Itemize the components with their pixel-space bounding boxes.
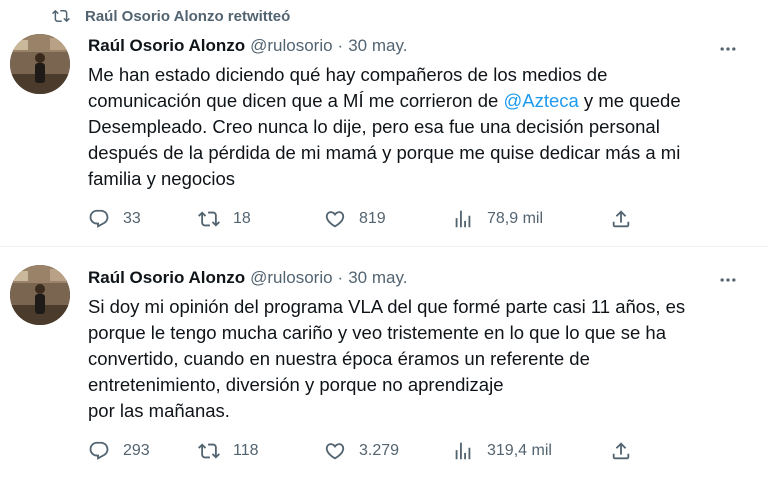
retweet-banner: Raúl Osorio Alonzo retwitteó: [52, 7, 290, 25]
tweet-line: entretenimiento, diversión y porque no a…: [88, 374, 504, 395]
like-count: 3.279: [359, 442, 400, 459]
like-button[interactable]: 3.279: [324, 438, 399, 464]
views-button[interactable]: 319,4 mil: [452, 438, 552, 464]
more-dots-icon: [720, 278, 736, 282]
views-bar-chart-icon: [455, 210, 471, 228]
tweet-line: después de la pérdida de mi mamá y porqu…: [88, 142, 681, 163]
tweet-date[interactable]: 30 may.: [348, 36, 407, 56]
separator-dot: ·: [337, 36, 344, 55]
mention-link[interactable]: @Azteca: [503, 90, 578, 111]
avatar[interactable]: [10, 34, 70, 94]
author-name[interactable]: Raúl Osorio Alonzo: [88, 268, 245, 288]
views-bar-chart-icon: [455, 442, 471, 460]
tweet-text: Si doy mi opinión del programa VLA del q…: [88, 294, 728, 424]
separator-dot: ·: [337, 268, 344, 287]
retweet-count: 118: [233, 442, 259, 459]
avatar-photo: [10, 34, 70, 94]
retweet-icon: [52, 9, 70, 23]
share-button[interactable]: [610, 206, 645, 232]
tweet-line: familia y negocios: [88, 168, 236, 189]
tweet-line: comunicación que dicen que a MÍ me corri…: [88, 90, 681, 111]
heart-icon: [325, 211, 345, 228]
more-options-button[interactable]: [716, 37, 740, 61]
retweet-count: 18: [233, 210, 251, 227]
tweet-2[interactable]: Raúl Osorio Alonzo @rulosorio · 30 may. …: [0, 247, 768, 488]
tweet-line: Si doy mi opinión del programa VLA del q…: [88, 296, 686, 317]
reply-count: 33: [123, 210, 141, 227]
heart-icon: [325, 443, 345, 460]
tweet-header: Raúl Osorio Alonzo @rulosorio · 30 may.: [88, 36, 407, 56]
author-handle[interactable]: @rulosorio: [250, 36, 332, 56]
views-count: 319,4 mil: [487, 442, 552, 459]
tweet-1[interactable]: Raúl Osorio Alonzo retwitteó Raúl Osorio…: [0, 0, 768, 247]
author-handle[interactable]: @rulosorio: [250, 268, 332, 288]
avatar[interactable]: [10, 265, 70, 325]
retweet-banner-text: Raúl Osorio Alonzo retwitteó: [85, 7, 291, 25]
tweet-line: Me han estado diciendo qué hay compañero…: [88, 64, 608, 85]
reply-count: 293: [123, 442, 150, 459]
retweet-icon: [198, 211, 220, 227]
share-button[interactable]: [610, 438, 645, 464]
retweet-button[interactable]: 18: [198, 206, 251, 232]
reply-button[interactable]: 293: [88, 438, 150, 464]
like-count: 819: [359, 210, 386, 227]
more-dots-icon: [720, 47, 736, 51]
tweet-line: Desempleado. Creo nunca lo dije, pero es…: [88, 116, 660, 137]
share-icon: [612, 210, 630, 228]
tweet-line: por las mañanas.: [88, 400, 230, 421]
tweet-text: Me han estado diciendo qué hay compañero…: [88, 62, 728, 192]
tweet-line: porque le tengo mucha cariño y veo trist…: [88, 322, 666, 343]
tweet-actions: 293 118 3.279 319,4 mil: [88, 438, 648, 464]
retweet-button[interactable]: 118: [198, 438, 259, 464]
retweet-icon: [198, 443, 220, 459]
more-options-button[interactable]: [716, 268, 740, 292]
views-count: 78,9 mil: [487, 210, 544, 227]
tweet-date[interactable]: 30 may.: [348, 268, 407, 288]
share-icon: [612, 442, 630, 460]
like-button[interactable]: 819: [324, 206, 386, 232]
tweet-line: convertido, cuando en nuestra época éram…: [88, 348, 590, 369]
reply-icon: [89, 209, 109, 228]
tweet-header: Raúl Osorio Alonzo @rulosorio · 30 may.: [88, 268, 407, 288]
reply-button[interactable]: 33: [88, 206, 141, 232]
views-button[interactable]: 78,9 mil: [452, 206, 543, 232]
author-name[interactable]: Raúl Osorio Alonzo: [88, 36, 245, 56]
reply-icon: [89, 441, 109, 460]
tweet-actions: 33 18 819 78,9 mil: [88, 206, 648, 232]
avatar-photo: [10, 265, 70, 325]
